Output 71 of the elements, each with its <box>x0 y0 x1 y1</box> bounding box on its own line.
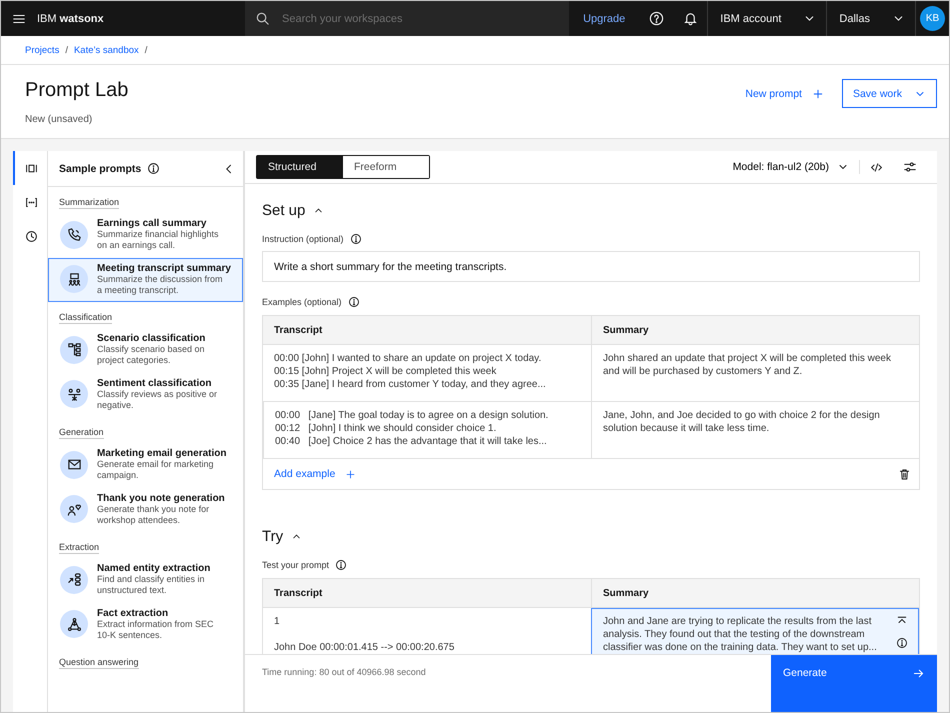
section-toggle[interactable]: Set up <box>262 202 324 219</box>
info-icon <box>147 162 160 175</box>
delete-button[interactable] <box>898 468 911 480</box>
group-label: Extraction <box>59 542 100 554</box>
column-header: Summary <box>591 579 919 608</box>
breadcrumb-link[interactable]: Kate’s sandbox <box>74 44 139 56</box>
network-triangle-icon <box>66 616 82 632</box>
table-cell[interactable]: John and Jane are trying to replicate the results from the last analysis. They found out that the testing of the downstream classifier was done on the training data. They want to set up... <box>591 608 919 654</box>
add-example-button[interactable]: Add example <box>274 468 356 480</box>
ellipsis-brackets-icon <box>24 196 38 208</box>
mode-tab[interactable]: Structured <box>257 156 343 178</box>
sample-prompt-item[interactable]: Scenario classification Classify scenario based on project categories. <box>48 328 243 372</box>
group-label: Classification <box>59 312 112 324</box>
table-cell: John shared an update that project X will be completed this week and will be purchased by customers Y and Z. <box>591 345 919 402</box>
generate-button[interactable]: Generate <box>771 655 937 712</box>
plus-icon <box>345 468 356 480</box>
breadcrumb-link[interactable]: Projects <box>25 44 60 56</box>
arrow-right-icon <box>912 667 925 680</box>
envelope-icon <box>66 457 82 472</box>
panel-title: Sample prompts <box>59 162 142 174</box>
balance-people-icon <box>66 386 82 402</box>
person-heart-icon <box>66 502 82 517</box>
column-header: Summary <box>591 316 919 345</box>
section-toggle[interactable]: Try <box>262 528 302 545</box>
sample-prompt-item[interactable]: Named entity extraction Find and classify entities in unstructured text. <box>48 558 243 602</box>
sample-prompt-item[interactable]: Sentiment classification Classify reviews as positive or negative. <box>48 372 243 417</box>
page-subtitle: New (unsaved) <box>25 114 94 125</box>
info-icon <box>350 233 362 245</box>
sliders-icon <box>903 160 917 174</box>
table-cell: Jane, John, and Joe decided to go with choice 2 for the design solution because it will take less time. <box>591 402 919 459</box>
help-icon <box>648 11 664 26</box>
column-header: Transcript <box>263 579 591 608</box>
breadcrumb-separator: / <box>65 44 68 56</box>
group-label: Question answering <box>59 657 139 669</box>
sample-prompt-item[interactable]: Marketing email generation Generate email for marketing campaign. <box>48 443 243 488</box>
table-cell: 00:00 [John] I wanted to share an update on project X today. 00:15 [John] Project X will be completed this week 00:35 [Jane] I heard from customer Y today, and they agree... <box>263 345 591 402</box>
search-icon <box>255 11 270 26</box>
info-icon <box>348 296 360 308</box>
product-name: IBM watsonx <box>37 12 104 24</box>
info-icon <box>896 637 908 649</box>
arrow-list-icon <box>66 572 82 588</box>
sample-prompt-item[interactable]: Fact extraction Extract information from SEC 10-K sentences. <box>48 602 243 647</box>
upgrade-link[interactable]: Upgrade <box>569 1 640 36</box>
people-presentation-icon <box>66 272 82 287</box>
group-label: Generation <box>59 427 104 439</box>
table-cell: 00:00 [Jane] The goal today is to agree on a design solution. 00:12 [John] I think we should consider choice 1. 00:40 [Joe] Choice 2 has the advantage that it will take les... <box>263 402 591 459</box>
search-field[interactable]: Search your workspaces <box>245 1 570 36</box>
breadcrumb-separator: / <box>144 44 148 56</box>
field-label: Instruction (optional) <box>262 234 344 244</box>
info-icon <box>335 559 348 571</box>
trash-icon <box>898 468 911 480</box>
code-icon <box>870 160 883 174</box>
search-input[interactable]: Search your workspaces <box>280 12 560 26</box>
field-label: Examples (optional) <box>262 297 342 307</box>
field-label: Test your prompt <box>262 560 330 570</box>
bell-icon <box>682 11 698 26</box>
column-header: Transcript <box>263 316 591 345</box>
sample-prompt-item[interactable]: Meeting transcript summary Summarize the discussion from a meeting transcript. <box>48 258 243 302</box>
clock-icon <box>24 230 38 242</box>
page-title: Prompt Lab <box>25 79 128 102</box>
sample-prompt-item[interactable]: Thank you note generation Generate thank you note for workshop attendees. <box>48 488 243 532</box>
save-work-button[interactable]: Save work <box>842 79 937 108</box>
status-text: Time running: 80 out of 40966.98 second <box>261 666 427 679</box>
group-label: Summarization <box>59 197 120 209</box>
instruction-field[interactable]: Write a short summary for the meeting transcripts. <box>262 251 920 282</box>
new-prompt-button[interactable]: New prompt <box>739 79 830 108</box>
hierarchy-icon <box>66 342 82 358</box>
plus-icon <box>812 88 824 100</box>
model-dropdown[interactable]: Model: flan-ul2 (20b) <box>726 160 860 174</box>
sample-prompt-item[interactable]: Earnings call summary Summarize financial highlights on an earnings call. <box>48 213 243 258</box>
phone-icon <box>66 227 82 242</box>
